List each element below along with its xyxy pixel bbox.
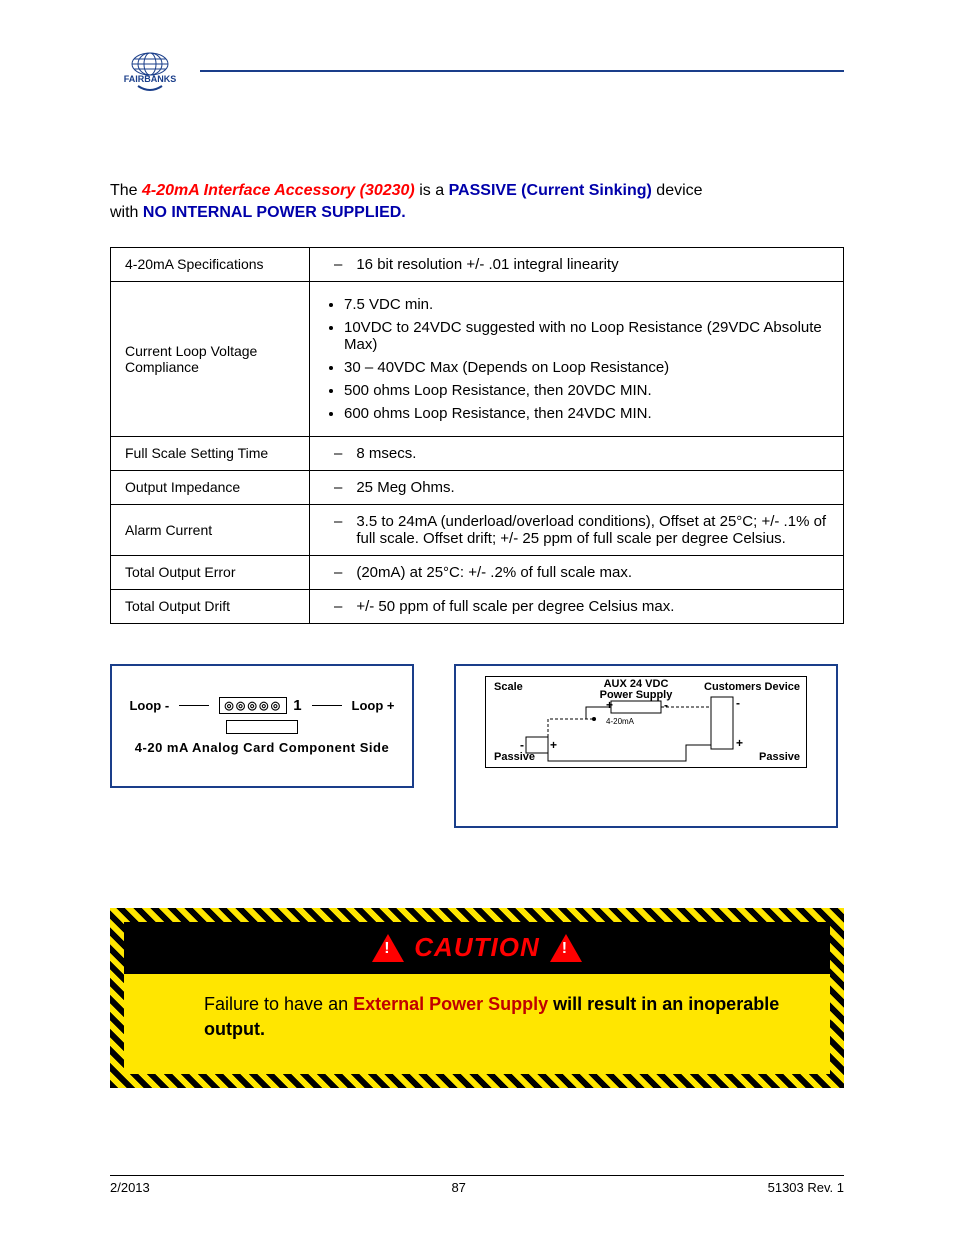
caution-title: CAUTION <box>414 932 539 963</box>
spec-value: 16 bit resolution +/- .01 integral linea… <box>310 247 844 281</box>
table-row: 4-20mA Specifications16 bit resolution +… <box>111 247 844 281</box>
table-row: Current Loop Voltage Compliance7.5 VDC m… <box>111 281 844 436</box>
intro-paragraph: The 4-20mA Interface Accessory (30230) i… <box>110 180 844 225</box>
table-row: Output Impedance25 Meg Ohms. <box>111 470 844 504</box>
svg-text:+: + <box>550 738 557 752</box>
connector-pins: ◎◎◎◎◎ <box>219 697 287 714</box>
warning-triangle-icon <box>550 934 582 962</box>
intro-product-name: 4-20mA Interface Accessory (30230) <box>142 182 415 199</box>
list-item: 600 ohms Loop Resistance, then 24VDC MIN… <box>344 405 829 422</box>
figure-wiring-diagram: Scale AUX 24 VDC Power Supply Customers … <box>454 664 838 828</box>
caution-box: CAUTION Failure to have an External Powe… <box>110 908 844 1088</box>
brand-logo: FAIRBANKS <box>120 50 180 99</box>
intro-no-power: NO INTERNAL POWER SUPPLIED. <box>143 204 406 221</box>
caution-text: Failure to have an <box>204 994 353 1014</box>
spec-value: 3.5 to 24mA (underload/overload conditio… <box>310 504 844 555</box>
table-row: Total Output Error(20mA) at 25°C: +/- .2… <box>111 555 844 589</box>
spec-label: Total Output Error <box>111 555 310 589</box>
spec-value: (20mA) at 25°C: +/- .2% of full scale ma… <box>310 555 844 589</box>
footer-doc-rev: 51303 Rev. 1 <box>768 1180 844 1195</box>
svg-text:-: - <box>736 696 740 710</box>
page-footer: 2/2013 87 51303 Rev. 1 <box>110 1175 844 1195</box>
warning-triangle-icon <box>372 934 404 962</box>
spec-label: Current Loop Voltage Compliance <box>111 281 310 436</box>
spec-label: Output Impedance <box>111 470 310 504</box>
intro-device-type: PASSIVE (Current Sinking) <box>449 182 652 199</box>
footer-date: 2/2013 <box>110 1180 150 1195</box>
table-row: Total Output Drift+/- 50 ppm of full sca… <box>111 589 844 623</box>
footer-page-number: 87 <box>451 1180 465 1195</box>
intro-text: with <box>110 204 143 221</box>
intro-text: device <box>656 182 702 199</box>
figure-a-caption: 4-20 mA Analog Card Component Side <box>122 740 402 755</box>
intro-text: The <box>110 182 142 199</box>
list-item: 500 ohms Loop Resistance, then 20VDC MIN… <box>344 382 829 399</box>
svg-text:+: + <box>736 736 743 750</box>
header-rule <box>200 70 844 72</box>
spec-value: 7.5 VDC min. 10VDC to 24VDC suggested wit… <box>310 281 844 436</box>
figure-analog-card: Loop - ◎◎◎◎◎ 1 Loop + 4-20 mA Analog Car… <box>110 664 414 788</box>
page: FAIRBANKS The 4-20mA Interface Accessory… <box>0 0 954 1235</box>
spec-value: 8 msecs. <box>310 436 844 470</box>
loop-minus-label: Loop - <box>129 698 169 713</box>
spec-value: +/- 50 ppm of full scale per degree Cels… <box>310 589 844 623</box>
list-item: 7.5 VDC min. <box>344 296 829 313</box>
loop-plus-label: Loop + <box>352 698 395 713</box>
caution-body: Failure to have an External Power Supply… <box>124 974 830 1074</box>
list-item: 30 – 40VDC Max (Depends on Loop Resistan… <box>344 359 829 376</box>
spec-label: Alarm Current <box>111 504 310 555</box>
spec-label: Full Scale Setting Time <box>111 436 310 470</box>
list-item: 10VDC to 24VDC suggested with no Loop Re… <box>344 319 829 353</box>
logo-text: FAIRBANKS <box>124 74 177 84</box>
caution-header: CAUTION <box>124 922 830 974</box>
spec-table: 4-20mA Specifications16 bit resolution +… <box>110 247 844 624</box>
caution-highlight: External Power Supply <box>353 994 548 1014</box>
table-row: Full Scale Setting Time8 msecs. <box>111 436 844 470</box>
svg-text:-: - <box>520 738 524 752</box>
figure-row: Loop - ◎◎◎◎◎ 1 Loop + 4-20 mA Analog Car… <box>110 664 844 828</box>
pin-number: 1 <box>293 697 301 714</box>
spec-label: 4-20mA Specifications <box>111 247 310 281</box>
svg-text:-: - <box>664 698 668 712</box>
intro-text: is a <box>419 182 448 199</box>
svg-text:+: + <box>606 698 613 712</box>
table-row: Alarm Current3.5 to 24mA (underload/over… <box>111 504 844 555</box>
spec-label: Total Output Drift <box>111 589 310 623</box>
spec-value: 25 Meg Ohms. <box>310 470 844 504</box>
